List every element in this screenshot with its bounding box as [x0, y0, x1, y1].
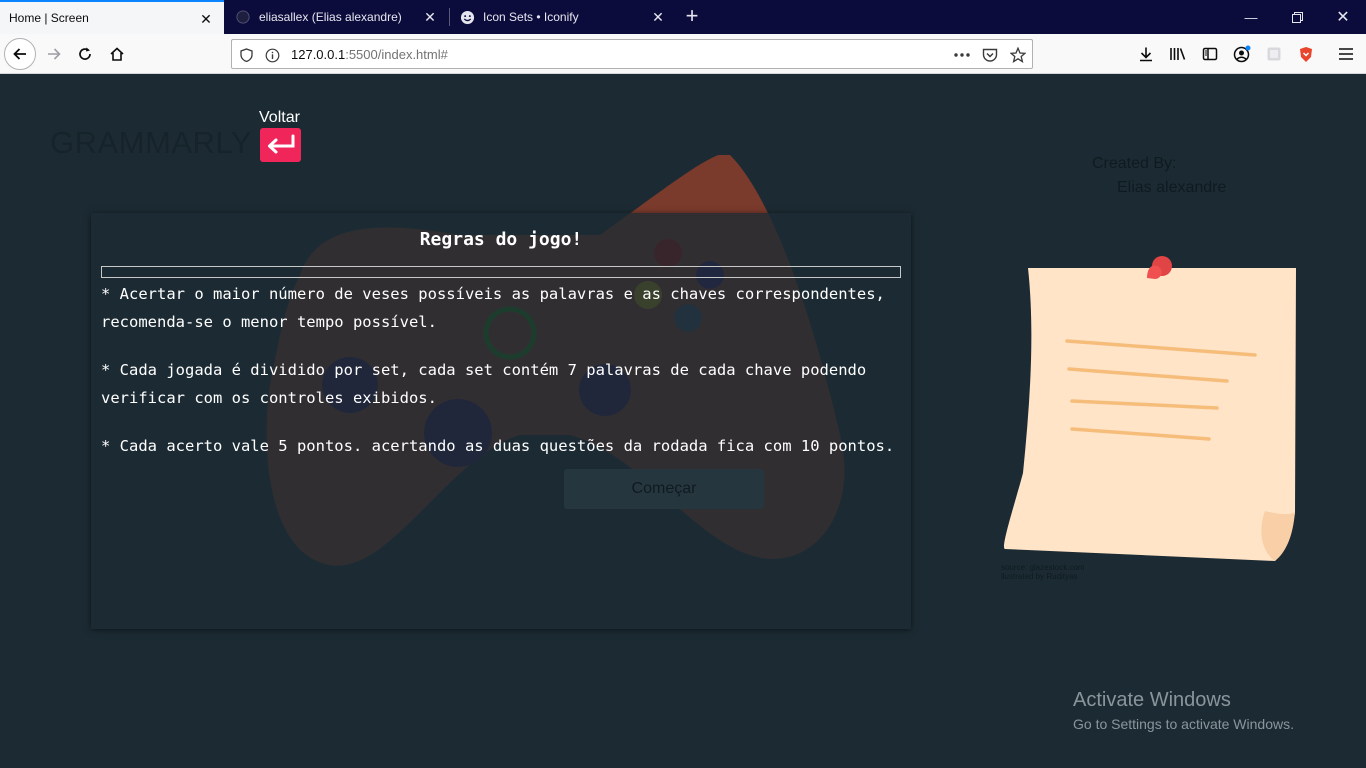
back-arrow-icon[interactable]	[4, 38, 36, 70]
tab-github[interactable]: eliasallex (Elias alexandre) ✕	[226, 0, 448, 34]
restore-icon[interactable]	[1274, 0, 1320, 34]
shield-icon[interactable]	[237, 46, 255, 64]
page-body: GRAMMARLY Voltar Regras do jogo! * Acert…	[0, 75, 1366, 768]
browser-toolbar: 127.0.0.1:5500/index.html#	[0, 34, 1366, 74]
address-bar[interactable]: 127.0.0.1:5500/index.html#	[231, 39, 1033, 69]
close-icon[interactable]: ✕	[422, 9, 438, 25]
close-icon[interactable]: ✕	[650, 9, 666, 25]
tab-title: eliasallex (Elias alexandre)	[259, 10, 402, 24]
page-logo: GRAMMARLY	[50, 125, 253, 160]
download-icon[interactable]	[1136, 44, 1156, 64]
url-text: 127.0.0.1:5500/index.html#	[291, 47, 448, 62]
reload-icon[interactable]	[69, 38, 101, 70]
rule-item: * Acertar o maior número de veses possív…	[101, 285, 885, 331]
hamburger-menu-icon[interactable]	[1336, 44, 1356, 64]
info-icon[interactable]	[263, 46, 281, 64]
windows-activation-watermark: Activate Windows Go to Settings to activ…	[1073, 689, 1294, 732]
rules-card: Regras do jogo! * Acertar o maior número…	[91, 213, 911, 629]
sidebar-icon[interactable]	[1200, 44, 1220, 64]
new-tab-plus-icon[interactable]: +	[680, 5, 704, 29]
minimize-icon[interactable]: —	[1228, 0, 1274, 34]
account-icon[interactable]	[1232, 44, 1252, 64]
window-close-icon[interactable]: ✕	[1320, 0, 1366, 34]
github-icon	[235, 9, 251, 25]
pocket-icon[interactable]	[981, 46, 999, 64]
start-button[interactable]: Começar	[564, 469, 764, 509]
close-icon[interactable]: ✕	[198, 11, 214, 27]
rule-item: * Cada jogada é dividido por set, cada s…	[101, 361, 867, 407]
sticky-note-illustration	[1004, 256, 1296, 561]
rule-item: * Cada acerto vale 5 pontos. acertando a…	[101, 437, 895, 455]
tab-iconify[interactable]: Icon Sets • Iconify ✕	[450, 0, 676, 34]
image-credit: source: glazestock.com llustrated by Rud…	[1001, 563, 1085, 581]
home-icon[interactable]	[101, 38, 133, 70]
tab-title: Home | Screen	[9, 11, 89, 25]
forward-arrow-icon[interactable]	[38, 38, 70, 70]
browser-tab-bar: Home | Screen ✕ eliasallex (Elias alexan…	[0, 0, 1366, 34]
extension-icon[interactable]	[1264, 44, 1284, 64]
return-arrow-icon	[267, 134, 294, 154]
back-label: Voltar	[259, 109, 300, 126]
more-actions-icon[interactable]	[953, 46, 971, 64]
brave-shield-icon[interactable]	[1296, 44, 1316, 64]
library-icon[interactable]	[1168, 44, 1188, 64]
smiley-icon	[459, 9, 475, 25]
tab-title: Icon Sets • Iconify	[483, 10, 579, 24]
bookmark-star-icon[interactable]	[1009, 46, 1027, 64]
created-by-label: Created By:	[1092, 155, 1177, 172]
tab-home-screen[interactable]: Home | Screen ✕	[0, 0, 224, 34]
author-name: Elias alexandre	[1117, 179, 1227, 196]
rules-title: Regras do jogo!	[419, 229, 583, 250]
rules-progress-bar	[101, 266, 901, 278]
rules-list: * Acertar o maior número de veses possív…	[101, 280, 901, 480]
